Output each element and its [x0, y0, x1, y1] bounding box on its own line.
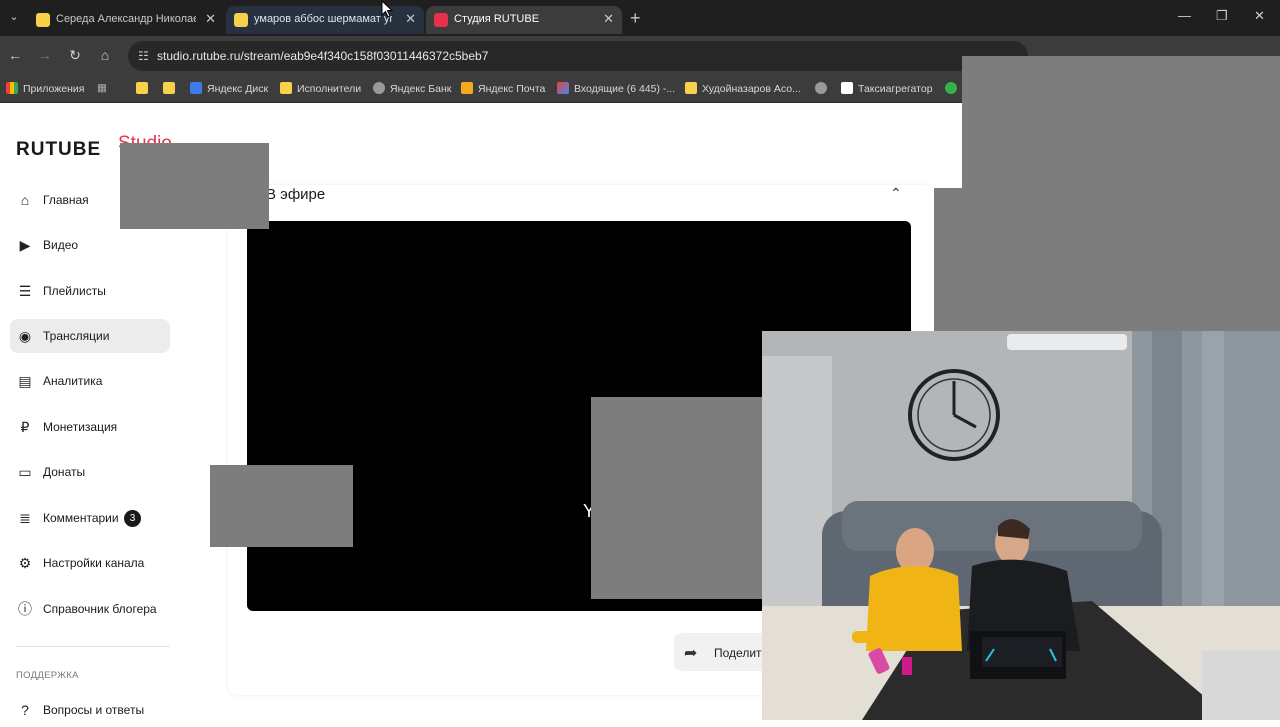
yellow-folder-icon	[280, 82, 292, 94]
tab-close-icon[interactable]: ✕	[405, 11, 416, 27]
rutube-favicon-icon	[434, 13, 448, 27]
rutube-logo[interactable]: RUTUBE	[16, 139, 101, 161]
globe-icon	[373, 82, 385, 94]
bookmark-green[interactable]	[945, 82, 962, 95]
yellow-folder-icon	[136, 82, 148, 94]
tab-title: Студия RUTUBE	[454, 13, 540, 25]
apps-grid-icon	[6, 82, 18, 94]
sidebar-item-channel-settings[interactable]: ⚙ Настройки канала	[10, 546, 170, 580]
support-heading: ПОДДЕРЖКА	[16, 670, 79, 681]
tab-2[interactable]: умаров аббос шермамат угли ✕	[226, 6, 424, 34]
bookmark-khudoynazarov[interactable]: Худойназаров Асо...	[685, 82, 801, 95]
restore-icon[interactable]: ❐	[1216, 8, 1228, 24]
bookmark-performers[interactable]: Исполнители	[280, 82, 361, 95]
sidebar-item-faq[interactable]: ? Вопросы и ответы	[10, 693, 170, 727]
mouse-cursor-icon	[381, 0, 394, 18]
gmail-icon	[557, 82, 569, 94]
tab-close-icon[interactable]: ✕	[205, 11, 216, 27]
globe-icon	[815, 82, 827, 94]
webcam-scene-image	[762, 331, 1280, 720]
tab-title: Середа Александр Николаевич	[56, 13, 196, 25]
ruble-icon: ₽	[20, 419, 30, 435]
redaction-block	[962, 56, 1280, 188]
tab-3-active[interactable]: Студия RUTUBE ✕	[426, 6, 622, 34]
video-icon: ▶	[19, 237, 31, 253]
close-window-icon[interactable]: ✕	[1254, 8, 1265, 24]
bookmark-apps[interactable]: Приложения	[6, 82, 84, 95]
tab-close-icon[interactable]: ✕	[603, 11, 614, 27]
bookmark-globe[interactable]	[815, 82, 832, 95]
sidebar-item-video[interactable]: ▶ Видео	[10, 228, 170, 262]
donate-icon: ▭	[18, 464, 32, 480]
sidebar-divider	[16, 646, 170, 647]
live-section-title: В эфире	[266, 186, 326, 203]
home-icon[interactable]: ⌂	[96, 47, 114, 63]
back-arrow-icon[interactable]: ←	[6, 47, 24, 63]
help-icon: ?	[21, 702, 29, 718]
gear-icon: ⚙	[18, 555, 32, 571]
bookmark-taxi[interactable]: Таксиагрегатор	[841, 82, 933, 95]
yandex-disk-icon	[190, 82, 202, 94]
redaction-block	[591, 397, 762, 599]
site-settings-icon[interactable]: ☷	[138, 49, 149, 63]
sidebar-item-monetization[interactable]: ₽ Монетизация	[10, 410, 170, 444]
yellow-folder-icon	[685, 82, 697, 94]
minimize-icon[interactable]: —	[1178, 8, 1191, 23]
yandex-favicon-icon	[234, 13, 248, 27]
chevron-up-icon[interactable]: ⌃	[890, 185, 902, 202]
analytics-icon: ▤	[18, 373, 32, 389]
sidebar-item-comments[interactable]: ≣ Комментарии 3	[10, 501, 170, 535]
sidebar-item-playlists[interactable]: ☰ Плейлисты	[10, 274, 170, 308]
broadcast-icon: ◉	[18, 328, 32, 344]
tab-title: умаров аббос шермамат угли	[254, 13, 392, 25]
mail-icon	[461, 82, 473, 94]
url-text: studio.rutube.ru/stream/eab9e4f340c158f0…	[157, 49, 489, 63]
tab-groups-icon[interactable]: ▦	[97, 82, 107, 94]
tab-search-chevron-icon[interactable]: ⌄	[6, 9, 22, 25]
webcam-overlay	[762, 331, 1280, 720]
new-tab-button[interactable]: +	[630, 8, 641, 29]
bookmark-yandex-disk[interactable]: Яндекс Диск	[190, 82, 268, 95]
bookmark-yellow-1[interactable]	[136, 82, 153, 95]
sidebar-item-broadcasts[interactable]: ◉ Трансляции	[10, 319, 170, 353]
tab-1[interactable]: Середа Александр Николаевич ✕	[28, 6, 224, 34]
tab-strip: ⌄ Середа Александр Николаевич ✕ умаров а…	[0, 0, 1280, 36]
reload-icon[interactable]: ↻	[66, 47, 84, 64]
taxi-icon	[841, 82, 853, 94]
yandex-favicon-icon	[36, 13, 50, 27]
forward-arrow-icon[interactable]: →	[36, 47, 54, 63]
playlist-icon: ☰	[18, 283, 32, 299]
comments-icon: ≣	[19, 510, 31, 526]
comments-count-badge: 3	[124, 510, 141, 527]
green-circle-icon	[945, 82, 957, 94]
bookmark-yandex-mail[interactable]: Яндекс Почта	[461, 82, 545, 95]
sidebar-item-blogger-guide[interactable]: ⓘ Справочник блогера	[10, 592, 170, 626]
yellow-folder-icon	[163, 82, 175, 94]
bookmark-yandex-bank[interactable]: Яндекс Банк	[373, 82, 451, 95]
redaction-block	[210, 465, 353, 547]
info-icon: ⓘ	[18, 601, 32, 617]
redaction-block	[934, 188, 1280, 331]
address-bar[interactable]: ☷ studio.rutube.ru/stream/eab9e4f340c158…	[128, 41, 1028, 71]
home-icon: ⌂	[20, 192, 30, 208]
bookmark-yellow-2[interactable]	[163, 82, 180, 95]
redaction-block	[120, 143, 269, 229]
sidebar-item-analytics[interactable]: ▤ Аналитика	[10, 364, 170, 398]
sidebar-item-donations[interactable]: ▭ Донаты	[10, 455, 170, 489]
share-arrow-icon: ➦	[684, 645, 698, 662]
bookmark-gmail-inbox[interactable]: Входящие (6 445) -...	[557, 82, 675, 95]
